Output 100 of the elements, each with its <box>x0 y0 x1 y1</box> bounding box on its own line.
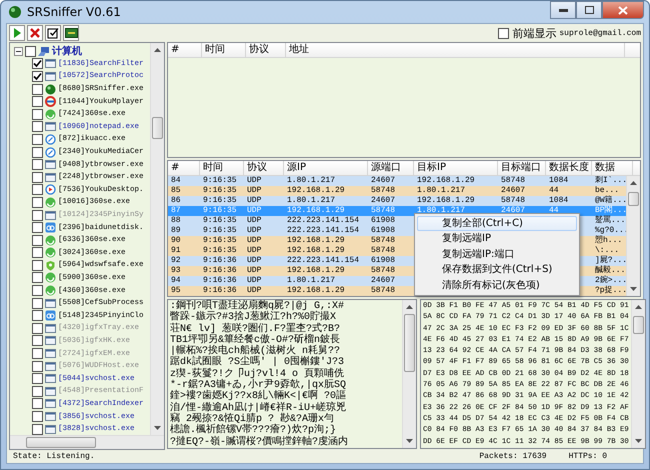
vertical-scrollbar[interactable] <box>150 43 164 435</box>
column-header[interactable]: # <box>168 161 200 175</box>
column-header[interactable]: # <box>168 43 202 57</box>
vertical-scrollbar[interactable] <box>402 300 416 448</box>
tree-checkbox[interactable] <box>32 247 43 258</box>
table-cell-text: 192.168.1.29 <box>286 266 346 276</box>
toolbar-button[interactable] <box>45 25 61 41</box>
tree-checkbox[interactable] <box>32 234 43 246</box>
table-cell-text: 9:16:36 <box>202 276 238 286</box>
tree-checkbox[interactable] <box>32 348 43 360</box>
window-icon <box>45 411 56 422</box>
column-header[interactable]: 时间 <box>200 161 244 175</box>
table-cell-text: ]屍?... <box>594 256 626 265</box>
play-icon <box>45 184 56 196</box>
column-header[interactable]: 数据长度 <box>546 161 592 175</box>
tree-checkbox[interactable] <box>32 386 43 397</box>
tree-checkbox[interactable] <box>32 260 43 271</box>
scrollbar-thumb[interactable] <box>152 117 163 139</box>
topmost-checkbox[interactable] <box>498 28 510 38</box>
minimize-button[interactable] <box>550 1 576 19</box>
table-cell-text: 9:16:35 <box>202 216 238 226</box>
tree-checkbox[interactable] <box>32 146 43 158</box>
up-arrow-icon[interactable] <box>635 305 642 309</box>
tree-checkbox[interactable] <box>32 411 43 422</box>
tree-checkbox[interactable] <box>32 70 43 82</box>
scrollbar-thumb[interactable] <box>404 314 415 372</box>
tree-checkbox[interactable] <box>32 184 43 196</box>
tree-checkbox[interactable] <box>32 172 43 183</box>
column-header[interactable]: 协议 <box>246 43 286 57</box>
tree-checkbox[interactable] <box>32 96 43 108</box>
cloud-icon <box>45 310 56 322</box>
table-cell-text: 222.223.141.154 <box>286 216 360 226</box>
table-cell-text: 1.80.1.217 <box>286 276 336 286</box>
down-arrow-icon[interactable] <box>154 426 161 430</box>
down-arrow-icon[interactable] <box>630 287 637 291</box>
tree-checkbox[interactable] <box>32 360 43 372</box>
table-cell-text: 192.168.1.29 <box>416 176 476 186</box>
table-cell-text: 1084 <box>548 196 570 206</box>
window-icon <box>45 70 56 82</box>
tree-checkbox[interactable] <box>32 298 43 309</box>
menu-item[interactable]: 复制全部(Ctrl+C) <box>417 216 577 232</box>
tree-checkbox[interactable] <box>32 373 43 384</box>
table-cell-text: 蹵罵... <box>594 216 626 226</box>
maximize-button[interactable] <box>576 1 602 19</box>
column-header[interactable]: 协议 <box>244 161 284 175</box>
vertical-scrollbar[interactable] <box>631 300 645 448</box>
tree-checkbox[interactable] <box>32 121 43 132</box>
window-icon <box>45 373 56 384</box>
tree-checkbox[interactable] <box>32 210 43 221</box>
tree-checkbox[interactable] <box>32 322 43 334</box>
table-cell-text: 9:16:35 <box>202 246 238 256</box>
packet-row[interactable]: 86 9:16:35 UDP 1.80.1.217 24607 192.168.1.29 58748 1084 @W籍... <box>168 196 626 206</box>
browser-icon <box>45 234 56 246</box>
up-arrow-icon[interactable] <box>630 181 637 185</box>
tree-checkbox[interactable] <box>25 46 36 57</box>
table-cell-text: UDP <box>246 176 262 186</box>
toolbar-button[interactable] <box>63 25 79 41</box>
close-button[interactable] <box>602 1 644 19</box>
table-cell-text: UDP <box>246 216 262 226</box>
column-header[interactable]: 目标端口 <box>498 161 546 175</box>
tree-checkbox[interactable] <box>32 58 43 70</box>
tree-checkbox[interactable] <box>32 159 43 170</box>
column-header[interactable]: 源端口 <box>368 161 414 175</box>
column-header[interactable]: 时间 <box>202 43 246 57</box>
scrollbar-thumb[interactable] <box>628 192 639 206</box>
tree-checkbox[interactable] <box>32 424 43 435</box>
play-icon <box>11 27 23 39</box>
tree-checkbox[interactable] <box>32 84 43 95</box>
tree-checkbox[interactable] <box>32 134 43 145</box>
table-cell-text: 24607 <box>370 196 396 206</box>
table-cell-text: 24607 <box>500 186 526 196</box>
scrollbar-thumb[interactable] <box>633 316 644 334</box>
tree-checkbox[interactable] <box>32 196 43 208</box>
tree-checkbox[interactable] <box>32 398 43 410</box>
vertical-scrollbar[interactable] <box>626 176 640 296</box>
tree-checkbox[interactable] <box>32 222 43 234</box>
column-header[interactable]: 地址 <box>286 43 625 57</box>
column-header[interactable]: 源IP <box>284 161 368 175</box>
window-icon <box>45 159 56 170</box>
down-arrow-icon[interactable] <box>406 439 413 443</box>
tree-checkbox[interactable] <box>32 285 43 296</box>
column-header[interactable]: 数据 <box>592 161 633 175</box>
window-icon <box>45 298 56 309</box>
tree-checkbox[interactable] <box>32 310 43 322</box>
tree-checkbox[interactable] <box>32 108 43 120</box>
table-cell-text: 2鋺>... <box>594 276 626 286</box>
down-arrow-icon[interactable] <box>635 439 642 443</box>
tree-checkbox[interactable] <box>32 272 43 284</box>
table-cell-text: 61908 <box>370 256 396 266</box>
up-arrow-icon[interactable] <box>406 305 413 309</box>
collapse-icon[interactable] <box>14 46 23 56</box>
up-arrow-icon[interactable] <box>154 48 161 52</box>
tree-checkbox[interactable] <box>32 335 43 346</box>
horizontal-scrollbar[interactable] <box>10 435 164 449</box>
ball-icon <box>45 84 56 95</box>
packet-row[interactable]: 85 9:16:35 UDP 192.168.1.29 58748 1.80.1.217 24607 44 be... <box>168 186 626 196</box>
tree-root-label[interactable]: 计算机 <box>52 44 82 58</box>
window-icon <box>45 210 56 221</box>
column-header[interactable]: 目标IP <box>414 161 498 175</box>
table-cell-text: UDP <box>246 276 262 286</box>
